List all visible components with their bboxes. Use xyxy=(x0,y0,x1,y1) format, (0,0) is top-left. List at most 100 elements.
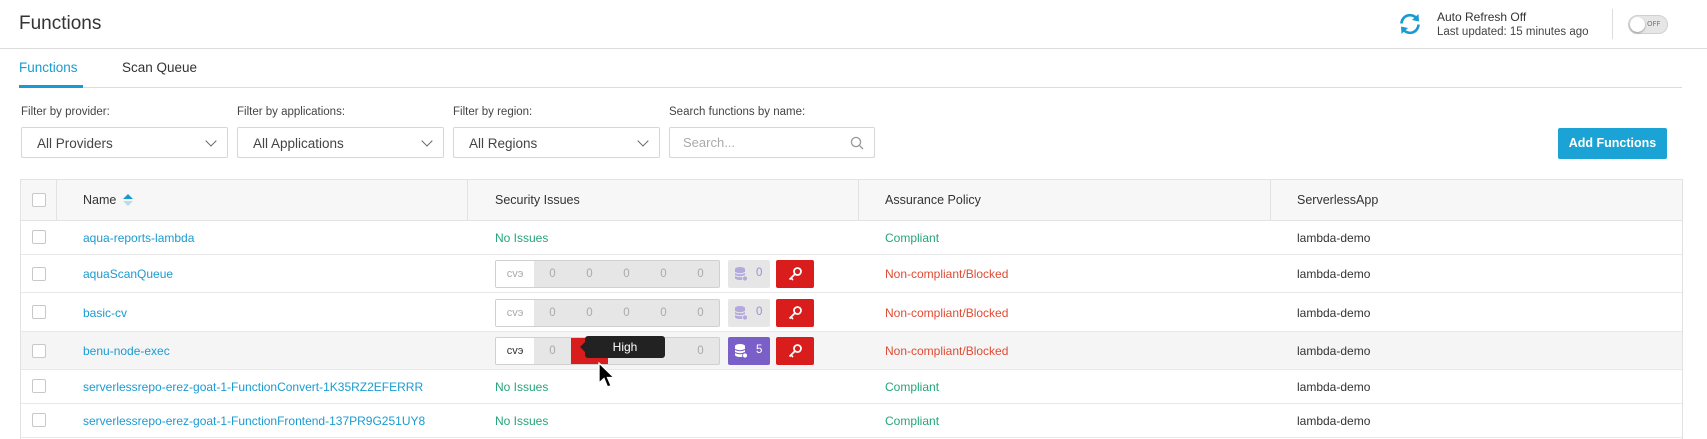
search-input[interactable] xyxy=(670,128,840,157)
row-checkbox[interactable] xyxy=(32,305,46,319)
function-name-link[interactable]: aquaScanQueue xyxy=(83,267,173,281)
function-name-link[interactable]: serverlessrepo-erez-goat-1-FunctionFront… xyxy=(83,414,425,428)
provider-filter-label: Filter by provider: xyxy=(21,106,110,118)
assurance-policy-status: Non-compliant/Blocked xyxy=(885,267,1009,281)
provider-select-value: All Providers xyxy=(37,136,113,151)
auto-refresh-status: Auto Refresh Off Last updated: 15 minute… xyxy=(1437,10,1589,40)
sensitive-data-button[interactable] xyxy=(776,299,814,327)
column-header-name[interactable]: Name xyxy=(83,193,116,207)
functions-table: Name Security Issues Assurance Policy Se… xyxy=(20,179,1683,439)
malware-badge[interactable]: 0 xyxy=(728,260,770,288)
security-issues-text: No Issues xyxy=(495,231,549,245)
row-checkbox[interactable] xyxy=(32,230,46,244)
table-row[interactable]: benu-node-exec cvэ 0 1 0 5 xyxy=(21,332,1682,370)
cve-label: cvэ xyxy=(496,300,534,326)
search-icon[interactable] xyxy=(850,136,864,150)
region-filter-label: Filter by region: xyxy=(453,106,533,118)
table-row[interactable]: basic-cv cvэ 0 0 0 0 0 0 Non-compliant/B… xyxy=(21,293,1682,332)
malware-badge[interactable]: 5 xyxy=(728,337,770,365)
assurance-policy-status: Non-compliant/Blocked xyxy=(885,344,1009,358)
toggle-label: OFF xyxy=(1647,20,1661,28)
malware-count: 5 xyxy=(756,344,763,356)
key-icon xyxy=(788,267,802,281)
vuln-critical-count[interactable]: 0 xyxy=(534,261,571,287)
last-updated-label: Last updated: 15 minutes ago xyxy=(1437,26,1589,38)
vuln-critical-count[interactable]: 0 xyxy=(534,300,571,326)
table-row[interactable]: serverlessrepo-erez-goat-1-FunctionConve… xyxy=(21,370,1682,404)
assurance-policy-status: Non-compliant/Blocked xyxy=(885,306,1009,320)
row-checkbox[interactable] xyxy=(32,344,46,358)
vulnerability-counts[interactable]: cvэ 0 0 0 0 0 xyxy=(495,299,720,327)
add-functions-button[interactable]: Add Functions xyxy=(1558,128,1667,159)
applications-filter-label: Filter by applications: xyxy=(237,106,346,118)
vuln-negligible-count[interactable]: 0 xyxy=(682,261,719,287)
provider-select[interactable]: All Providers xyxy=(21,127,228,158)
select-all-checkbox[interactable] xyxy=(32,193,46,207)
function-name-link[interactable]: basic-cv xyxy=(83,306,127,320)
active-tab-indicator xyxy=(19,85,83,88)
function-name-link[interactable]: serverlessrepo-erez-goat-1-FunctionConve… xyxy=(83,380,423,394)
refresh-icon[interactable] xyxy=(1397,11,1423,37)
vuln-low-count[interactable]: 0 xyxy=(645,300,682,326)
database-icon xyxy=(734,306,748,321)
cve-label: cvэ xyxy=(496,338,534,364)
function-name-link[interactable]: benu-node-exec xyxy=(83,344,170,358)
row-checkbox[interactable] xyxy=(32,267,46,281)
column-header-serverless-app[interactable]: ServerlessApp xyxy=(1297,193,1378,207)
key-icon xyxy=(788,344,802,358)
sort-ascending-icon[interactable] xyxy=(122,192,134,208)
table-row[interactable]: serverlessrepo-erez-goat-1-FunctionFront… xyxy=(21,404,1682,438)
vuln-medium-count[interactable]: 0 xyxy=(608,300,645,326)
tab-bar: Functions Scan Queue xyxy=(19,49,1682,88)
applications-select-value: All Applications xyxy=(253,136,344,151)
function-name-link[interactable]: aqua-reports-lambda xyxy=(83,231,194,245)
vulnerability-counts[interactable]: cvэ 0 0 0 0 0 xyxy=(495,260,720,288)
column-divider xyxy=(1270,180,1271,221)
header-divider xyxy=(1612,9,1613,39)
database-icon xyxy=(734,344,748,359)
auto-refresh-toggle[interactable]: OFF xyxy=(1628,15,1668,34)
tab-scan-queue[interactable]: Scan Queue xyxy=(122,60,197,75)
key-icon xyxy=(788,306,802,320)
serverless-app: lambda-demo xyxy=(1297,267,1371,281)
vuln-medium-count[interactable]: 0 xyxy=(608,261,645,287)
column-divider xyxy=(467,180,468,221)
vuln-negligible-count[interactable]: 0 xyxy=(682,338,719,364)
vuln-low-count[interactable]: 0 xyxy=(645,261,682,287)
table-row[interactable]: aquaScanQueue cvэ 0 0 0 0 0 0 Non-compli… xyxy=(21,255,1682,293)
vuln-critical-count[interactable]: 0 xyxy=(534,338,571,364)
assurance-policy-status: Compliant xyxy=(885,414,940,428)
malware-badge[interactable]: 0 xyxy=(728,299,770,327)
security-issues-text: No Issues xyxy=(495,414,549,428)
vuln-high-count[interactable]: 0 xyxy=(571,261,608,287)
page-title: Functions xyxy=(19,13,102,34)
chevron-down-icon xyxy=(637,135,649,147)
sensitive-data-button[interactable] xyxy=(776,260,814,288)
sensitive-data-button[interactable] xyxy=(776,337,814,365)
serverless-app: lambda-demo xyxy=(1297,306,1371,320)
row-checkbox[interactable] xyxy=(32,379,46,393)
column-divider xyxy=(858,180,859,221)
security-issues-text: No Issues xyxy=(495,380,549,394)
auto-refresh-label: Auto Refresh Off xyxy=(1437,10,1527,24)
applications-select[interactable]: All Applications xyxy=(237,127,444,158)
table-row[interactable]: aqua-reports-lambda No Issues Compliant … xyxy=(21,221,1682,255)
region-select[interactable]: All Regions xyxy=(453,127,660,158)
table-header: Name Security Issues Assurance Policy Se… xyxy=(21,180,1682,221)
row-checkbox[interactable] xyxy=(32,413,46,427)
vuln-high-count[interactable]: 0 xyxy=(571,300,608,326)
malware-count: 0 xyxy=(756,306,763,318)
assurance-policy-status: Compliant xyxy=(885,231,940,245)
search-label: Search functions by name: xyxy=(669,106,806,118)
column-header-assurance-policy[interactable]: Assurance Policy xyxy=(885,193,981,207)
column-header-security-issues[interactable]: Security Issues xyxy=(495,193,580,207)
column-divider xyxy=(56,180,57,221)
database-icon xyxy=(734,267,748,282)
serverless-app: lambda-demo xyxy=(1297,414,1371,428)
serverless-app: lambda-demo xyxy=(1297,231,1371,245)
vuln-negligible-count[interactable]: 0 xyxy=(682,300,719,326)
search-box xyxy=(669,127,875,158)
assurance-policy-status: Compliant xyxy=(885,380,940,394)
tab-functions[interactable]: Functions xyxy=(19,60,78,75)
chevron-down-icon xyxy=(421,135,433,147)
